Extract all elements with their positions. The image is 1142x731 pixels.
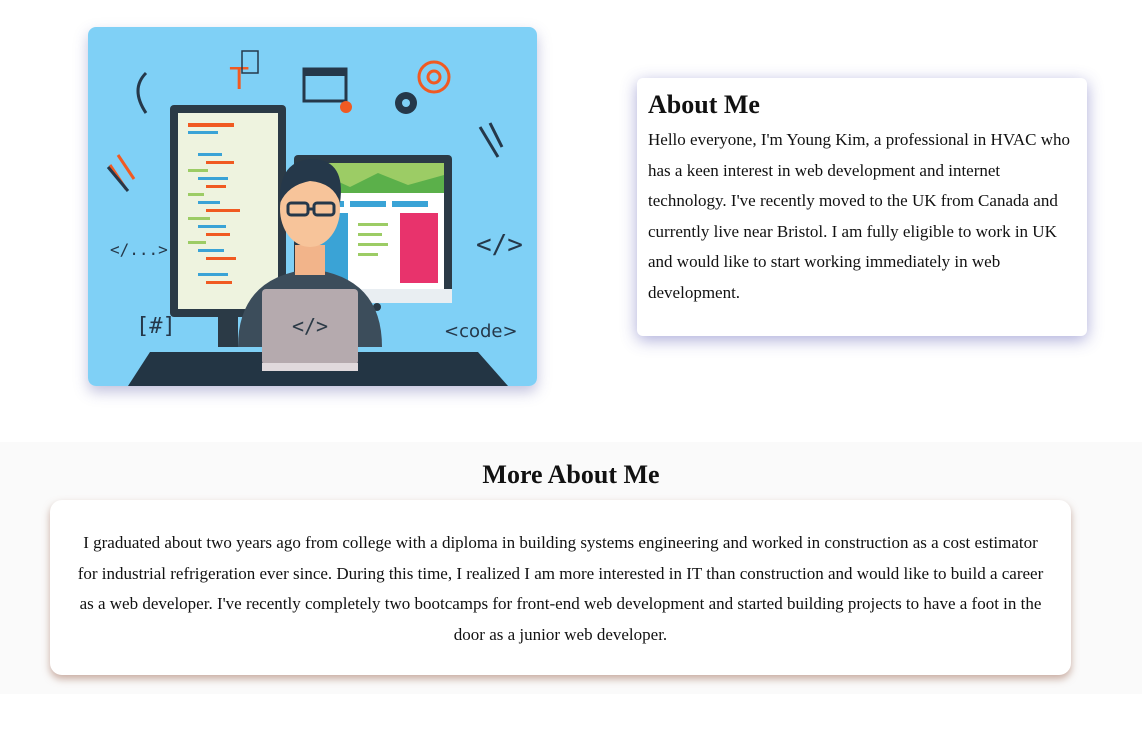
t-letter-icon: T	[229, 62, 249, 97]
code-small-label: </...>	[110, 240, 168, 259]
more-about-section: More About Me I graduated about two year…	[0, 442, 1142, 694]
about-title: About Me	[648, 90, 760, 119]
more-about-text: I graduated about two years ago from col…	[77, 533, 1044, 645]
hash-label: [#]	[136, 314, 176, 339]
code-tag-label: </>	[476, 230, 523, 260]
laptop-code-label: </>	[292, 314, 328, 338]
hero-illustration: </> T </...> </> [#] <code>	[88, 27, 537, 386]
developer-illustration-icon: </> T </...> </> [#] <code>	[88, 27, 537, 386]
more-about-card: I graduated about two years ago from col…	[50, 500, 1071, 675]
more-about-title: More About Me	[482, 460, 660, 489]
about-card: About Me Hello everyone, I'm Young Kim, …	[637, 78, 1087, 336]
about-text: Hello everyone, I'm Young Kim, a profess…	[648, 130, 1071, 302]
code-word-label: <code>	[444, 321, 518, 342]
